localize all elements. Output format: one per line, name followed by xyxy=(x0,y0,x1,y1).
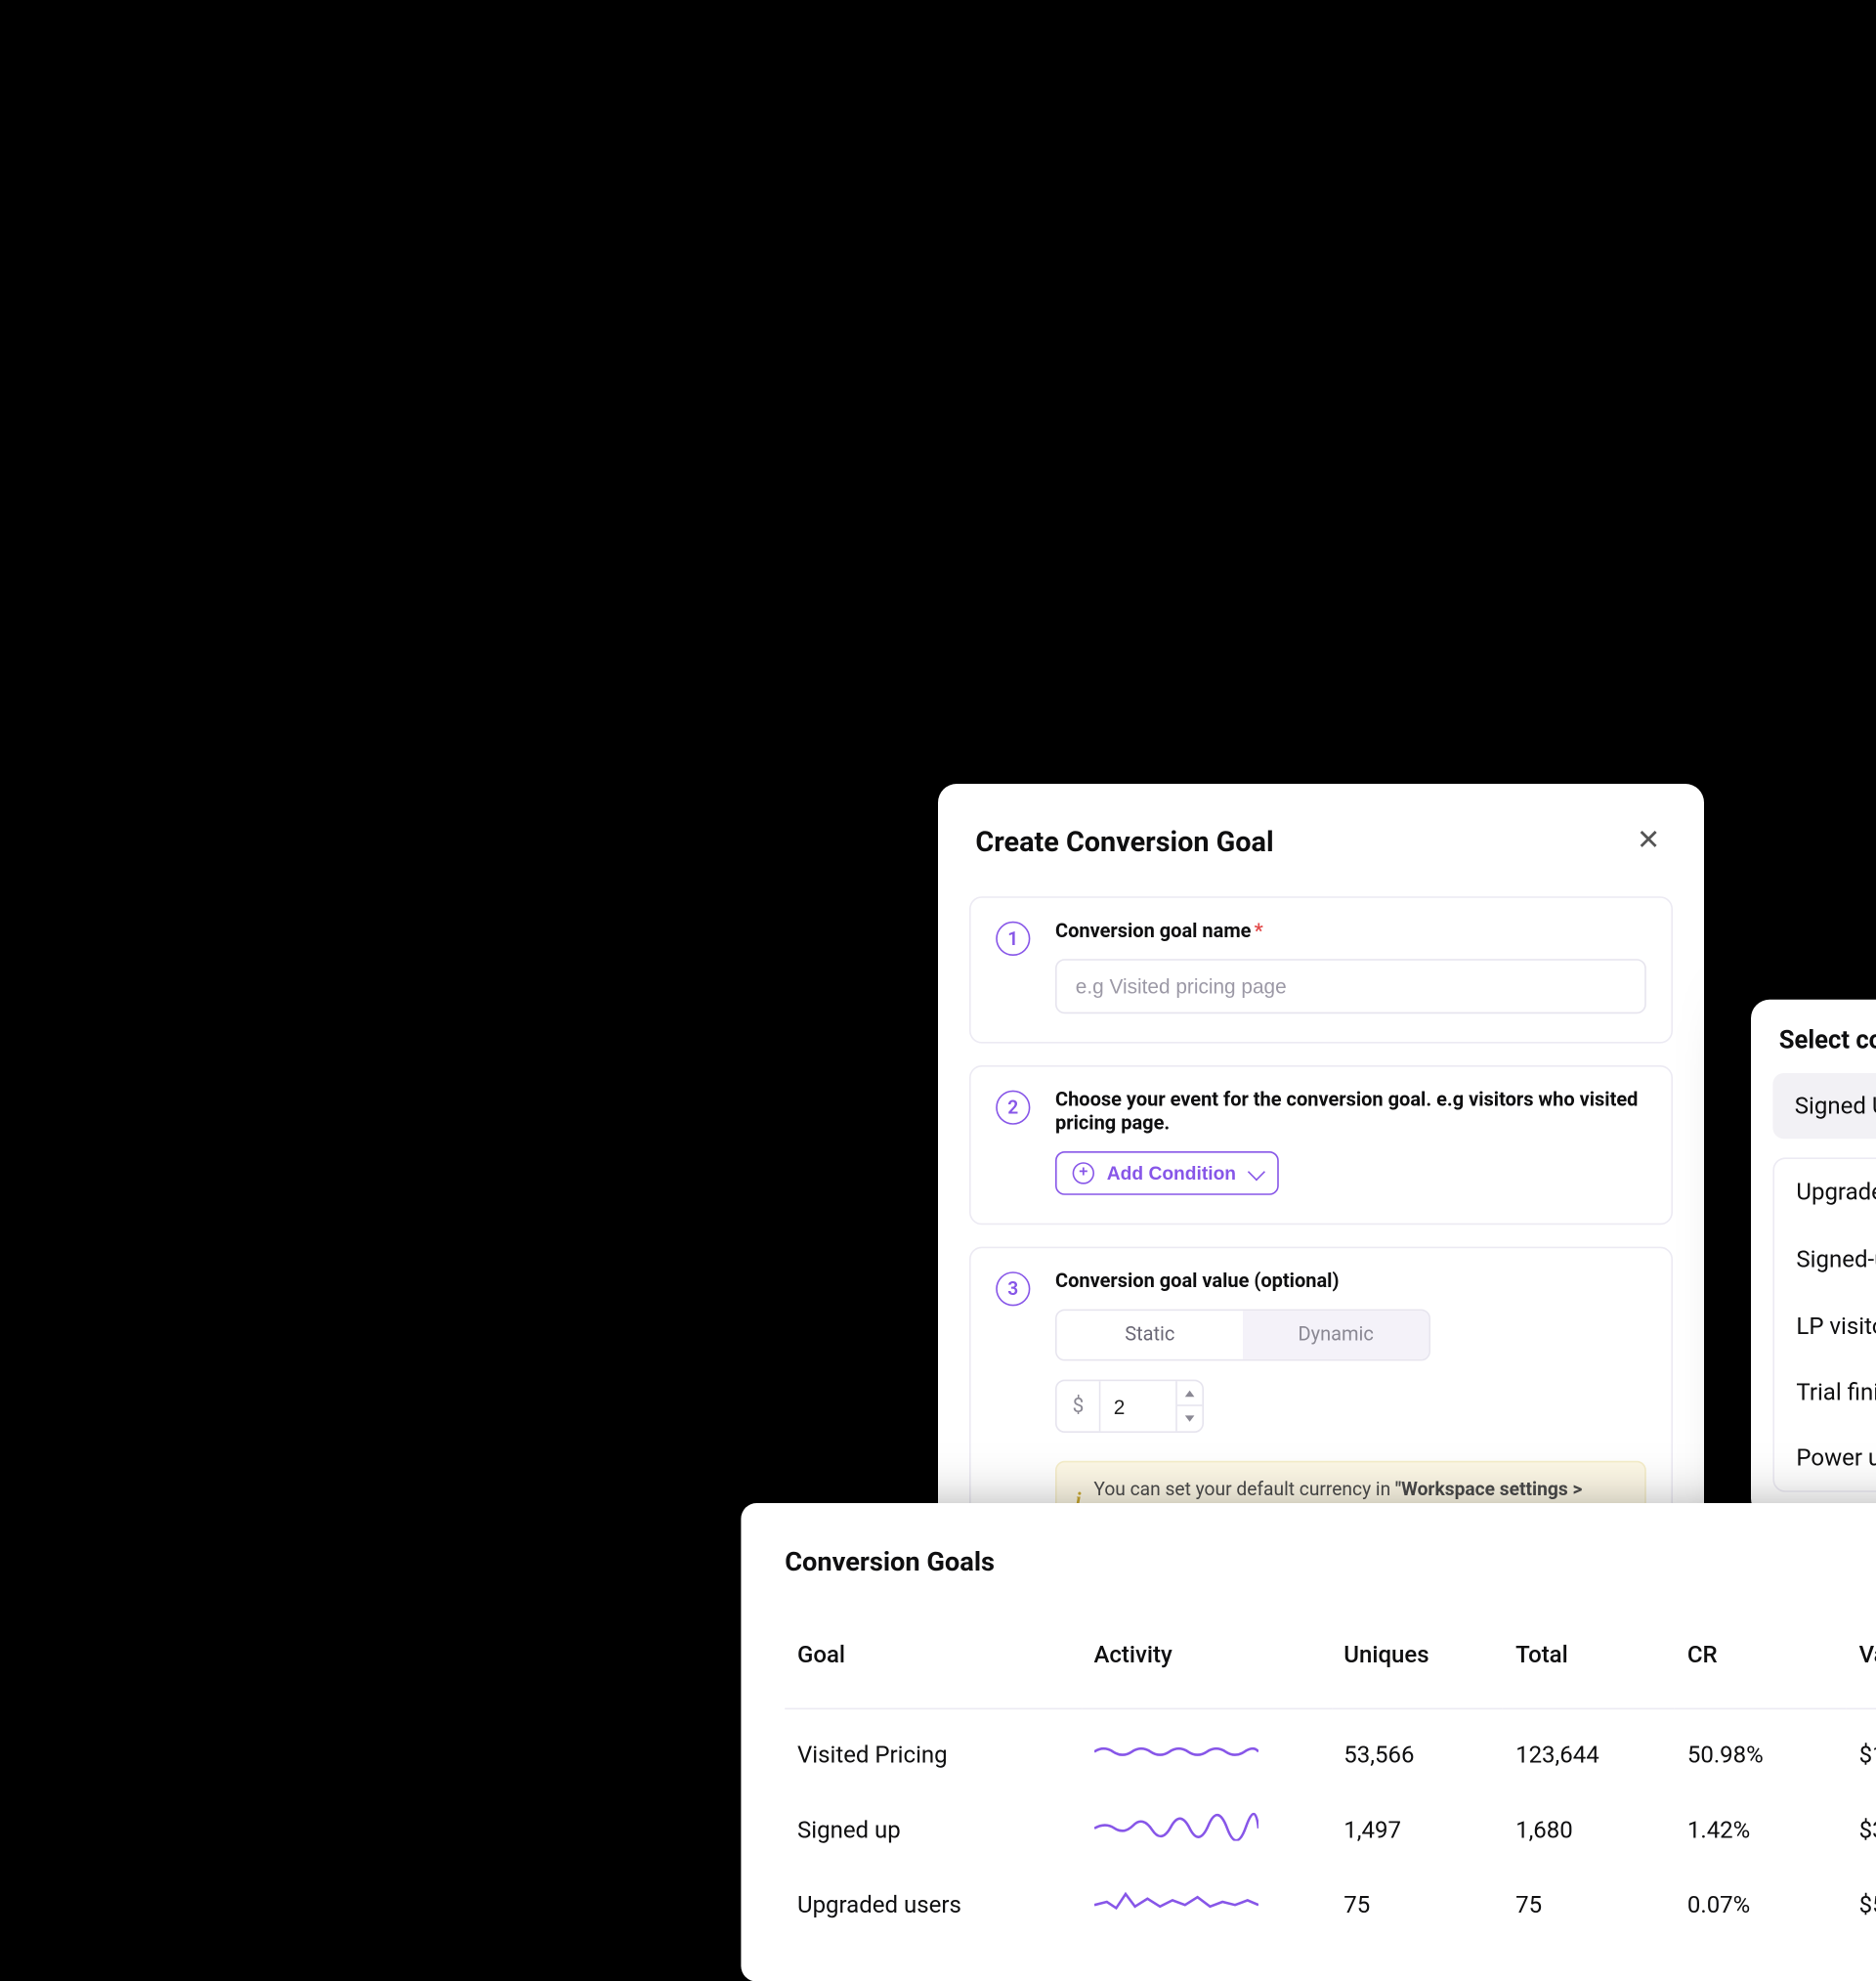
required-asterisk: * xyxy=(1255,920,1263,943)
chevron-down-icon xyxy=(1247,1163,1264,1181)
step-up-button[interactable] xyxy=(1177,1381,1203,1406)
cell-cr: 1.42% xyxy=(1675,1785,1847,1860)
plus-circle-icon: + xyxy=(1073,1162,1094,1184)
cell-uniques: 1,497 xyxy=(1331,1785,1503,1860)
cell-uniques: 53,566 xyxy=(1331,1708,1503,1785)
close-icon[interactable]: ✕ xyxy=(1631,821,1667,862)
goals-table: Goal Activity Uniques Total CR Value Ave… xyxy=(785,1598,1876,1934)
cell-total: 75 xyxy=(1503,1859,1675,1934)
goals-card-header: Conversion Goals New Goal xyxy=(785,1537,1876,1586)
goals-card-title: Conversion Goals xyxy=(785,1546,995,1577)
step-badge-2: 2 xyxy=(996,1090,1030,1124)
option-label: Upgraded users xyxy=(1796,1178,1876,1206)
value-number-field: $ xyxy=(1055,1379,1205,1432)
select-option-upgraded-users[interactable]: Upgraded users xyxy=(1774,1159,1876,1225)
sparkline-icon xyxy=(1093,1812,1258,1840)
modal-header: Create Conversion Goal ✕ xyxy=(969,815,1673,862)
option-label: Power users xyxy=(1796,1443,1876,1472)
step-badge-3: 3 xyxy=(996,1271,1030,1306)
cell-total: 1,680 xyxy=(1503,1785,1675,1860)
cell-total: 123,644 xyxy=(1503,1708,1675,1785)
table-row: Upgraded users 75 75 0.07% $5,179 $69.05… xyxy=(785,1859,1876,1934)
chevron-up-icon xyxy=(1185,1390,1195,1396)
number-stepper xyxy=(1176,1381,1203,1431)
select-option-signed-up[interactable]: Signed-up xyxy=(1774,1225,1876,1293)
cell-activity xyxy=(1082,1859,1332,1934)
chevron-down-icon xyxy=(1185,1415,1195,1421)
option-label: LP visitors xyxy=(1796,1312,1876,1340)
table-row: Visited Pricing 53,566 123,644 50.98% $1… xyxy=(785,1708,1876,1785)
col-cr: CR xyxy=(1675,1598,1847,1708)
cell-activity xyxy=(1082,1785,1332,1860)
cell-goal: Upgraded users xyxy=(785,1859,1081,1934)
sparkline-icon xyxy=(1093,1738,1258,1766)
add-condition-button[interactable]: + Add Condition xyxy=(1055,1151,1278,1195)
cell-activity xyxy=(1082,1708,1332,1785)
select-current-goal[interactable]: Signed Up xyxy=(1772,1073,1876,1139)
modal-title: Create Conversion Goal xyxy=(975,825,1273,858)
step-1: 1 Conversion goal name* xyxy=(969,896,1673,1043)
option-label: Trial finished xyxy=(1796,1378,1876,1406)
step-1-label: Conversion goal name* xyxy=(1055,920,1646,943)
select-goal-list: Upgraded users Signed-up LP visitors Tri… xyxy=(1772,1157,1876,1491)
cell-cr: 50.98% xyxy=(1675,1708,1847,1785)
seg-static[interactable]: Static xyxy=(1057,1311,1243,1359)
step-badge-1: 1 xyxy=(996,921,1030,955)
seg-dynamic[interactable]: Dynamic xyxy=(1243,1311,1428,1359)
sparkline-icon xyxy=(1093,1887,1258,1916)
step-2: 2 Choose your event for the conversion g… xyxy=(969,1065,1673,1225)
cell-value: $107,504 xyxy=(1847,1708,1876,1785)
cell-value: $37,425 xyxy=(1847,1785,1876,1860)
cell-value: $5,179 xyxy=(1847,1859,1876,1934)
table-row: Signed up 1,497 1,680 1.42% $37,425 $25 xyxy=(785,1785,1876,1860)
step-1-label-text: Conversion goal name xyxy=(1055,920,1251,943)
table-header-row: Goal Activity Uniques Total CR Value Ave… xyxy=(785,1598,1876,1708)
option-label: Signed-up xyxy=(1796,1245,1876,1273)
cell-goal: Signed up xyxy=(785,1785,1081,1860)
value-type-toggle: Static Dynamic xyxy=(1055,1309,1430,1360)
select-conversion-goal-panel: Select conversion goal Signed Up Upgrade… xyxy=(1751,999,1876,1517)
select-option-power-users[interactable]: Power users xyxy=(1774,1425,1876,1490)
col-activity: Activity xyxy=(1082,1598,1332,1708)
step-2-label: Choose your event for the conversion goa… xyxy=(1055,1089,1646,1136)
step-down-button[interactable] xyxy=(1177,1405,1203,1431)
cell-cr: 0.07% xyxy=(1675,1859,1847,1934)
col-goal: Goal xyxy=(785,1598,1081,1708)
select-option-lp-visitors[interactable]: LP visitors xyxy=(1774,1293,1876,1358)
select-option-trial-finished[interactable]: Trial finished xyxy=(1774,1358,1876,1424)
conversion-goals-card: Conversion Goals New Goal Goal Activity … xyxy=(741,1503,1876,1981)
add-condition-label: Add Condition xyxy=(1107,1162,1236,1184)
goal-name-input[interactable] xyxy=(1055,959,1646,1013)
col-uniques: Uniques xyxy=(1331,1598,1503,1708)
select-panel-title: Select conversion goal xyxy=(1772,1024,1876,1054)
step-3-label: Conversion goal value (optional) xyxy=(1055,1270,1646,1293)
col-value: Value xyxy=(1847,1598,1876,1708)
col-total: Total xyxy=(1503,1598,1675,1708)
cell-goal: Visited Pricing xyxy=(785,1708,1081,1785)
currency-prefix: $ xyxy=(1057,1381,1101,1431)
cell-uniques: 75 xyxy=(1331,1859,1503,1934)
info-prefix: You can set your default currency in xyxy=(1093,1478,1395,1499)
value-input[interactable] xyxy=(1101,1381,1176,1431)
